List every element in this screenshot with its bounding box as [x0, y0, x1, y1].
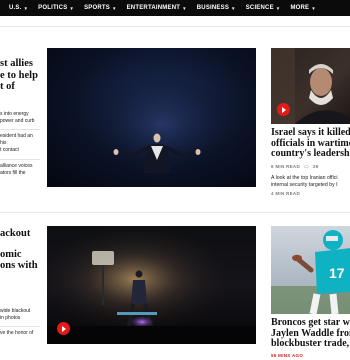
nav-item-label: BUSINESS: [196, 5, 230, 11]
nav-item-label: U.S.: [9, 5, 22, 11]
blackout-photo: [47, 226, 256, 344]
divider: [0, 129, 40, 130]
hero-image-blackout[interactable]: [47, 226, 256, 344]
top-navigation: U.S. ▼ POLITICS ▼ SPORTS ▼ ENTERTAINMENT ▼ B…: [0, 0, 350, 16]
blurb-line: A look at the top Iranian offici: [271, 174, 338, 181]
chevron-down-icon: ▼: [111, 5, 117, 11]
left-story-2-headline[interactable]: ackout omic ons with: [0, 228, 40, 272]
blurb-1[interactable]: s into energy power and curb: [0, 111, 40, 125]
nav-item-sports[interactable]: SPORTS ▼: [84, 5, 117, 11]
nav-item-politics[interactable]: POLITICS ▼: [38, 5, 74, 11]
right-story-1-image[interactable]: [271, 48, 350, 124]
nav-item-label: SCIENCE: [245, 5, 274, 11]
read-time: 4 MIN READ: [271, 190, 301, 196]
nav-item-label: MORE: [290, 5, 310, 11]
chevron-down-icon: ▼: [311, 5, 316, 11]
football-player-photo: 17: [271, 230, 350, 314]
play-video-icon[interactable]: [57, 322, 70, 335]
right-story-1-meta: 6 MIN READ ▭ 26: [271, 164, 350, 170]
left-story-2-blurbs: wide blackout in photos ve the honor of: [0, 308, 40, 338]
headline-line: Israel says it killed 2: [271, 127, 350, 138]
nav-item-label: SPORTS: [84, 5, 110, 11]
row-divider: [0, 212, 350, 213]
left-story-1[interactable]: st allies e to help t of s into energy p…: [0, 58, 40, 181]
headline-line: blockbuster trade, A: [271, 338, 350, 349]
blurb-1[interactable]: wide blackout in photos: [0, 308, 40, 322]
sub-header-bar: [0, 16, 350, 27]
nav-item-science[interactable]: SCIENCE ▼: [246, 5, 281, 11]
headline-line: t of: [0, 81, 15, 92]
play-video-icon[interactable]: [277, 103, 290, 116]
nav-item-label: ENTERTAINMENT: [126, 5, 181, 11]
right-story-2-image[interactable]: 17: [271, 226, 350, 314]
left-story-2[interactable]: ackout omic ons with wide blackout in ph…: [0, 228, 40, 342]
comment-count[interactable]: 26: [313, 164, 319, 169]
right-story-1-blurb[interactable]: A look at the top Iranian offici interna…: [271, 175, 350, 189]
headline-line: Broncos get star wid: [271, 317, 350, 328]
blurb-3[interactable]: alliance voices ators fill the: [0, 163, 40, 177]
comment-icon[interactable]: ▭: [304, 164, 309, 170]
nav-item-business[interactable]: BUSINESS ▼: [197, 5, 236, 11]
headline-line: ons with: [0, 260, 38, 271]
time-ago: 55 MINS AGO: [271, 352, 304, 358]
left-story-1-headline[interactable]: st allies e to help t of: [0, 58, 40, 93]
divider: [0, 326, 40, 327]
chevron-down-icon: ▼: [23, 5, 29, 11]
blurb-2[interactable]: esident had an his t contact: [0, 133, 40, 154]
read-time: 6 MIN READ: [271, 164, 301, 169]
chevron-down-icon: ▼: [275, 5, 281, 11]
right-story-1[interactable]: Israel says it killed 2 officials in war…: [271, 48, 350, 196]
headline-line: e to help: [0, 69, 38, 81]
nav-item-us[interactable]: U.S. ▼: [9, 5, 28, 11]
nav-item-label: POLITICS: [38, 5, 68, 11]
right-story-1-meta-2: 4 MIN READ: [271, 191, 350, 196]
left-story-1-blurbs: s into energy power and curb esident had…: [0, 111, 40, 177]
nav-item-more[interactable]: MORE ▼: [290, 5, 315, 11]
hero-image-speaker[interactable]: [47, 48, 256, 187]
blurb-2[interactable]: ve the honor of: [0, 330, 40, 337]
chevron-down-icon: ▼: [182, 5, 187, 11]
blurb-line: internal security targeted by I: [271, 181, 338, 188]
headline-line: st allies: [0, 58, 33, 69]
right-story-1-headline[interactable]: Israel says it killed 2 officials in war…: [271, 127, 350, 160]
headline-line: ackout: [0, 228, 31, 239]
right-story-2[interactable]: 17 Broncos get star wid Jaylen Waddle fr…: [271, 226, 350, 358]
nav-item-entertainment[interactable]: ENTERTAINMENT ▼: [127, 5, 187, 11]
chevron-down-icon: ▼: [69, 5, 75, 11]
right-story-2-meta: 55 MINS AGO: [271, 353, 350, 358]
divider: [0, 158, 40, 160]
svg-text:17: 17: [329, 265, 345, 281]
speaker-photo: [47, 48, 256, 187]
chevron-down-icon: ▼: [231, 5, 236, 11]
headline-line: country's leadership: [271, 148, 350, 159]
headline-line: omic: [0, 248, 22, 260]
right-story-2-headline[interactable]: Broncos get star wid Jaylen Waddle from …: [271, 317, 350, 350]
